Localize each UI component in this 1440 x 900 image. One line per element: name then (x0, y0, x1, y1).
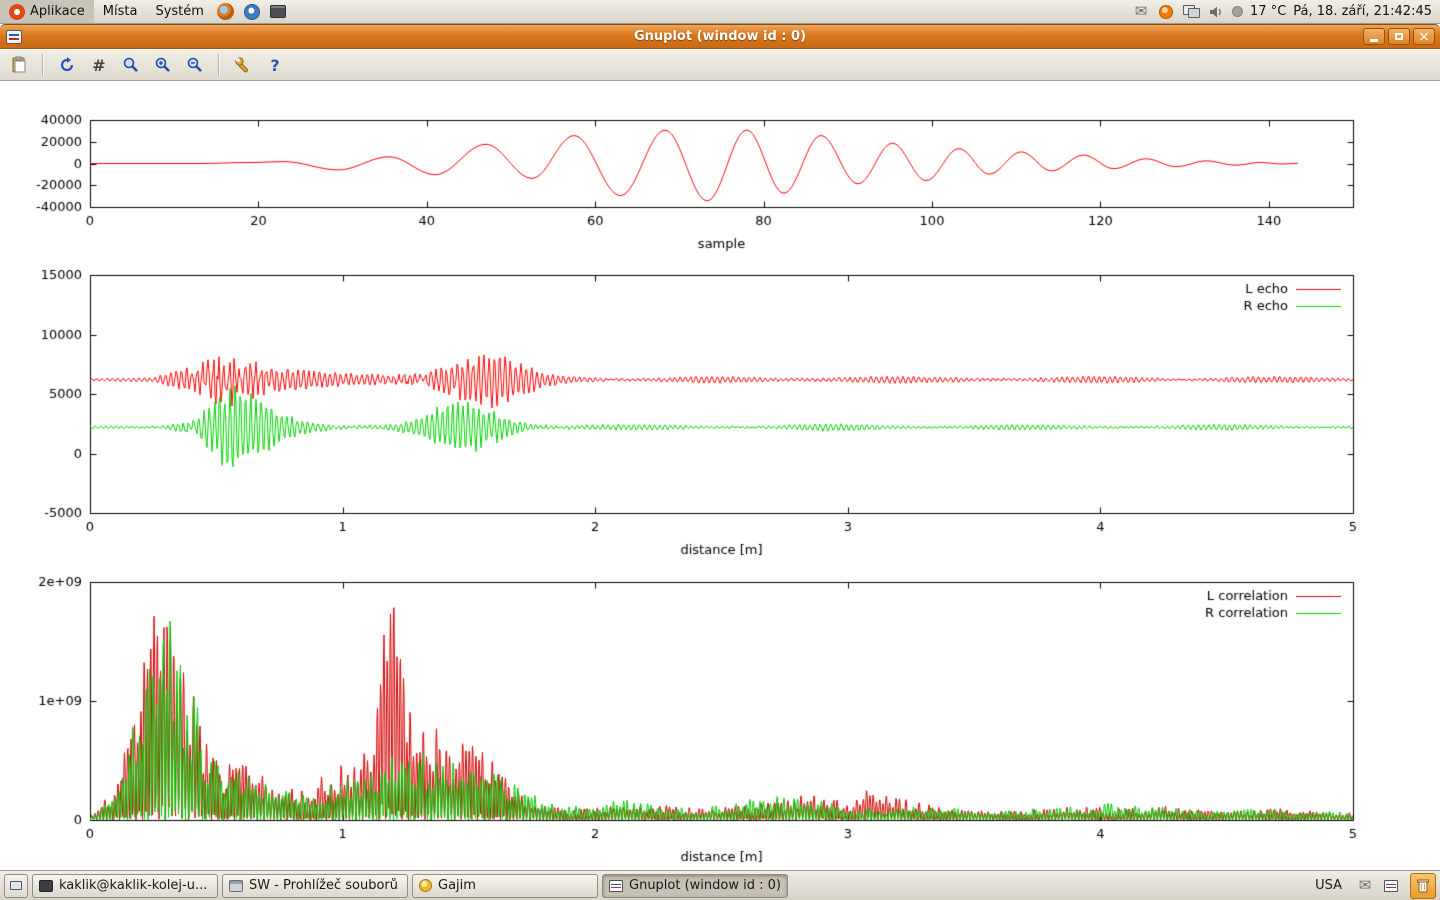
gnuplot-icon (1384, 880, 1398, 892)
screenshot-icon (270, 5, 286, 18)
mail-notify-button[interactable]: ✉ (1354, 875, 1376, 897)
network-tray-button[interactable] (1182, 3, 1200, 21)
wrench-icon (234, 56, 252, 74)
clock-label[interactable]: Pá, 18. září, 21:42:45 (1293, 4, 1432, 19)
toolbar-separator (218, 54, 220, 76)
system-menu-label: Systém (155, 4, 203, 19)
system-menu[interactable]: Systém (146, 0, 212, 23)
waveform-chart-canvas[interactable] (0, 112, 1440, 262)
terminal-icon (39, 880, 53, 892)
ubuntu-logo-icon (9, 4, 25, 20)
close-button[interactable]: × (1413, 28, 1435, 45)
mail-icon: ✉ (1135, 4, 1148, 19)
minimize-icon (1370, 39, 1378, 42)
show-desktop-button[interactable] (4, 874, 28, 898)
trash-icon (1416, 878, 1430, 893)
maximize-icon (1395, 33, 1403, 40)
keyboard-layout-indicator[interactable]: USA (1307, 878, 1350, 893)
task-button-gajim[interactable]: Gajim (412, 874, 598, 898)
firefox-launcher[interactable] (216, 2, 236, 22)
magnifier-icon (122, 56, 140, 74)
task-label: Gajim (438, 878, 476, 893)
task-button-file-manager[interactable]: SW - Prohlížeč souborů (222, 874, 408, 898)
refresh-icon (58, 56, 76, 74)
task-button-terminal[interactable]: kaklik@kaklik-kolej-u... (32, 874, 218, 898)
volume-tray-button[interactable] (1207, 3, 1225, 21)
panel-tray: ✉ 17 °C Pá, 18. září, 21:42:45 (1132, 0, 1440, 23)
configure-button[interactable] (230, 53, 256, 78)
places-menu-label: Místa (103, 4, 138, 19)
help-icon (244, 4, 260, 20)
clipboard-icon (10, 56, 28, 74)
plot-surface (0, 81, 1440, 870)
firefox-icon (217, 3, 234, 20)
network-icon (1183, 5, 1200, 18)
temperature-label[interactable]: 17 °C (1250, 4, 1286, 19)
task-label: SW - Prohlížeč souborů (249, 878, 398, 893)
grid-button[interactable]: # (86, 53, 112, 78)
desktop-icon (10, 881, 22, 890)
gnuplot-tray-button[interactable] (1380, 875, 1402, 897)
task-label: kaklik@kaklik-kolej-u... (59, 878, 207, 893)
correlation-chart-canvas[interactable] (0, 574, 1440, 874)
task-label: Gnuplot (window id : 0) (629, 878, 781, 893)
weather-icon (1232, 6, 1243, 17)
maximize-button[interactable] (1388, 28, 1410, 45)
help-button[interactable]: ? (262, 53, 288, 78)
gajim-icon (419, 879, 432, 892)
speaker-icon (1208, 4, 1224, 20)
help-launcher[interactable] (242, 2, 262, 22)
zoom-in-button[interactable] (150, 53, 176, 78)
applications-menu[interactable]: Aplikace (0, 0, 94, 23)
window-controls: × (1363, 28, 1435, 45)
window-title: Gnuplot (window id : 0) (0, 29, 1440, 44)
autoscale-button[interactable] (118, 53, 144, 78)
update-tray-button[interactable] (1157, 3, 1175, 21)
top-panel: Aplikace Místa Systém ✉ 17 °C (0, 0, 1440, 24)
toolbar: # (0, 50, 1440, 81)
task-button-gnuplot[interactable]: Gnuplot (window id : 0) (602, 874, 788, 898)
gnuplot-window: Gnuplot (window id : 0) × (0, 24, 1440, 870)
mail-icon: ✉ (1359, 878, 1372, 893)
file-manager-icon (229, 880, 243, 892)
minimize-button[interactable] (1363, 28, 1385, 45)
copy-button[interactable] (6, 53, 32, 78)
replot-button[interactable] (54, 53, 80, 78)
close-icon: × (1418, 30, 1430, 44)
applications-menu-label: Aplikace (30, 4, 85, 19)
trash-button[interactable] (1410, 873, 1436, 899)
mail-tray-button[interactable]: ✉ (1132, 3, 1150, 21)
titlebar[interactable]: Gnuplot (window id : 0) × (0, 24, 1440, 49)
update-icon (1159, 5, 1173, 19)
magnifier-minus-icon (186, 56, 204, 74)
question-icon: ? (270, 56, 279, 75)
echo-chart-canvas[interactable] (0, 267, 1440, 567)
panel-menus: Aplikace Místa Systém (0, 0, 291, 23)
desktop: Aplikace Místa Systém ✉ 17 °C (0, 0, 1440, 900)
zoom-out-button[interactable] (182, 53, 208, 78)
toolbar-separator (42, 54, 44, 76)
grid-icon: # (92, 56, 105, 75)
places-menu[interactable]: Místa (94, 0, 147, 23)
gnuplot-icon (609, 880, 623, 892)
taskbar: kaklik@kaklik-kolej-u... SW - Prohlížeč … (0, 870, 1440, 900)
magnifier-plus-icon (154, 56, 172, 74)
screenshot-launcher[interactable] (268, 2, 288, 22)
